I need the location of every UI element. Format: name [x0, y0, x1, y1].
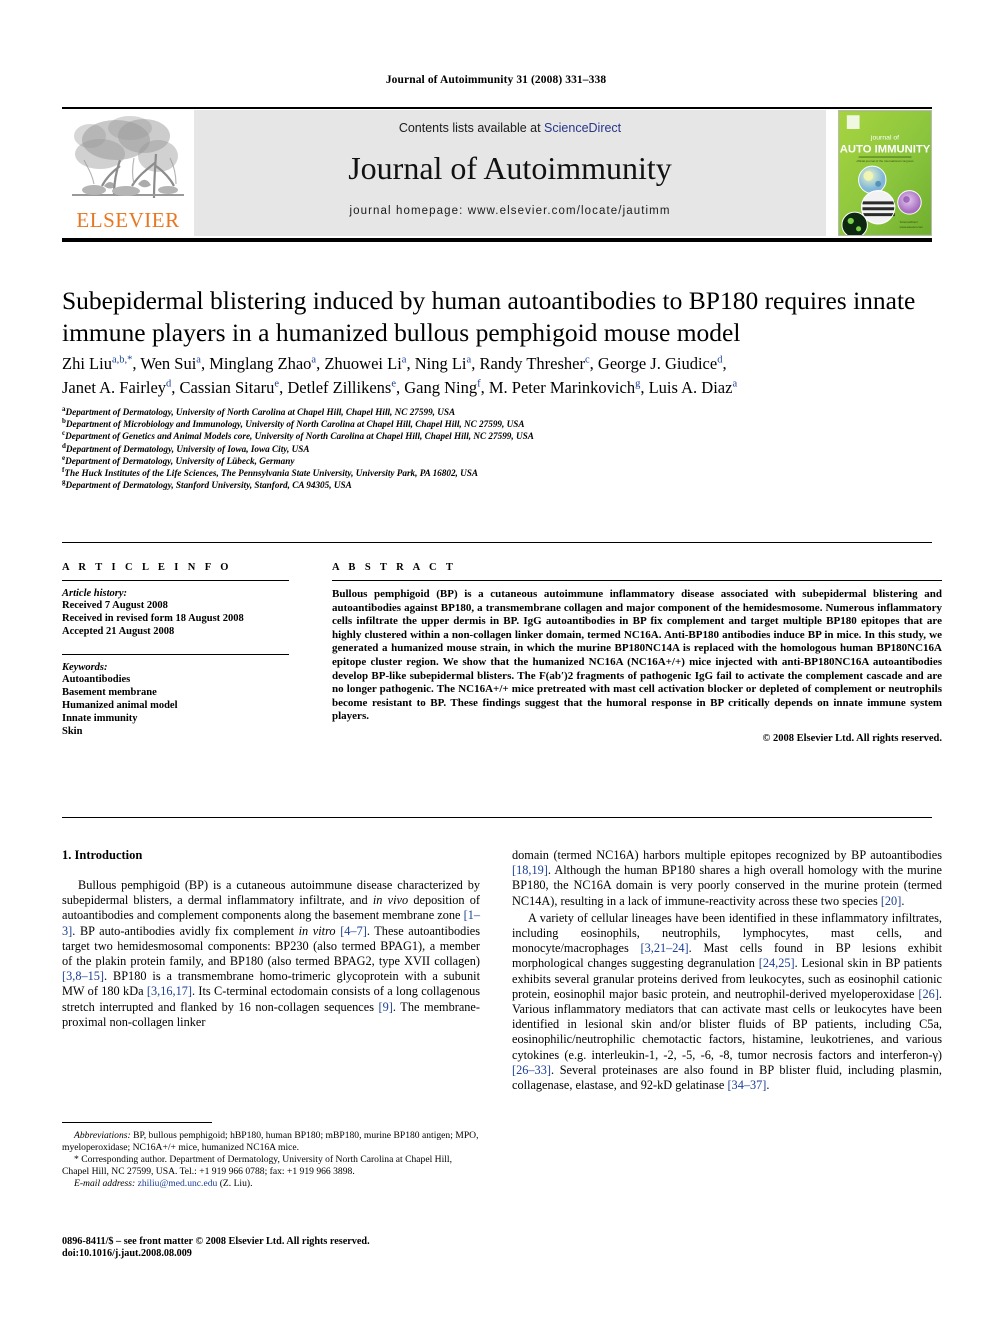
- abstract-rule: [332, 580, 942, 581]
- author-line-2: Janet A. Fairleyd, Cassian Sitarue, Detl…: [62, 377, 738, 397]
- footer-block: 0896-8411/$ – see front matter © 2008 El…: [62, 1236, 562, 1261]
- citation-ref[interactable]: [18,19]: [512, 863, 548, 877]
- contents-available-line: Contents lists available at ScienceDirec…: [194, 121, 826, 135]
- introduction-heading: 1. Introduction: [62, 848, 143, 862]
- citation-ref[interactable]: [24,25]: [759, 956, 795, 970]
- keyword-item: Humanized animal model: [62, 700, 178, 711]
- article-info-rule: [62, 580, 289, 581]
- author-line-1: Zhi Liua,b,*, Wen Suia, Minglang Zhaoa, …: [62, 354, 727, 373]
- abstract-heading: A B S T R A C T: [332, 562, 457, 573]
- affiliation-item: fThe Huck Institutes of the Life Science…: [62, 465, 479, 479]
- article-history-label: Article history:: [62, 588, 128, 599]
- elsevier-wordmark: ELSEVIER: [76, 208, 180, 232]
- running-head: Journal of Autoimmunity 31 (2008) 331–33…: [385, 74, 607, 86]
- corresponding-author-note: * Corresponding author. Department of De…: [62, 1154, 452, 1177]
- citation-ref[interactable]: [9]: [379, 1000, 393, 1014]
- citation-ref[interactable]: [1–3]: [62, 908, 480, 937]
- info-section-bottom-rule: [62, 817, 932, 818]
- keyword-item: Basement membrane: [62, 687, 157, 698]
- affiliation-item: eDepartment of Dermatology, University o…: [62, 453, 295, 466]
- header-rule: [62, 107, 932, 109]
- body-column-left: 1. Introduction Bullous pemphigoid (BP) …: [62, 848, 480, 1032]
- citation-ref[interactable]: [3,16,17]: [147, 984, 192, 998]
- email-note: E-mail address: zhiliu@med.unc.edu (Z. L…: [62, 1178, 480, 1190]
- email-label: E-mail address:: [74, 1178, 136, 1190]
- citation-ref[interactable]: [3,21–24]: [641, 941, 689, 955]
- abstract-text: Bullous pemphigoid (BP) is a cutaneous a…: [332, 588, 942, 723]
- affiliation-item: cDepartment of Genetics and Animal Model…: [62, 429, 534, 442]
- journal-homepage-link[interactable]: journal homepage: www.elsevier.com/locat…: [194, 205, 826, 217]
- elsevier-tree-icon: [70, 114, 186, 208]
- svg-text:www.elsevier.com: www.elsevier.com: [900, 225, 924, 229]
- journal-cover-thumbnail: journal of AUTO IMMUNITY official journa…: [838, 110, 932, 236]
- elsevier-logo: ELSEVIER: [62, 110, 194, 236]
- affiliation-item: bDepartment of Microbiology and Immunolo…: [62, 417, 525, 430]
- info-section-top-rule: [62, 542, 932, 543]
- author-list: Zhi Liua,b,*, Wen Suia, Minglang Zhaoa, …: [62, 352, 942, 399]
- affiliation-item: aDepartment of Dermatology, University o…: [62, 404, 456, 417]
- sciencedirect-link[interactable]: ScienceDirect: [544, 121, 621, 135]
- masthead-panel: Contents lists available at ScienceDirec…: [194, 110, 826, 236]
- article-title: Subepidermal blistering induced by human…: [62, 286, 916, 347]
- keyword-item: Skin: [62, 726, 83, 737]
- affiliation-item: dDepartment of Dermatology, University o…: [62, 441, 310, 454]
- keywords-list: Autoantibodies Basement membrane Humanized…: [62, 673, 307, 738]
- keyword-item: Innate immunity: [62, 713, 138, 724]
- abstract-column: A B S T R A C T Bullous pemphigoid (BP) …: [332, 562, 942, 744]
- article-info-heading: A R T I C L E I N F O: [62, 562, 232, 573]
- journal-title: Journal of Autoimmunity: [348, 150, 672, 186]
- contents-prefix: Contents lists available at: [398, 121, 545, 135]
- citation-ref[interactable]: [34–37]: [727, 1078, 766, 1092]
- citation-ref[interactable]: [26–33]: [512, 1063, 551, 1077]
- abstract-copyright: © 2008 Elsevier Ltd. All rights reserved…: [762, 732, 942, 744]
- svg-text:ScienceDirect: ScienceDirect: [900, 220, 918, 224]
- intro-paragraph-left-1: Bullous pemphigoid (BP) is a cutaneous a…: [62, 878, 481, 1029]
- issn-line: 0896-8411/$ – see front matter © 2008 El…: [62, 1236, 370, 1247]
- abbreviations-label: Abbreviations:: [74, 1130, 131, 1141]
- citation-ref[interactable]: [4–7]: [340, 924, 367, 938]
- svg-text:official journal of the intern: official journal of the international co…: [856, 159, 914, 163]
- keyword-item: Autoantibodies: [62, 674, 131, 685]
- article-history-item: Accepted 21 August 2008: [62, 626, 175, 637]
- citation-ref[interactable]: [20]: [881, 894, 902, 908]
- citation-ref[interactable]: [26]: [918, 987, 939, 1001]
- abbreviations-note: Abbreviations: BP, bullous pemphigoid; h…: [62, 1130, 480, 1153]
- svg-text:journal of: journal of: [870, 135, 899, 142]
- keywords-label: Keywords:: [62, 662, 108, 673]
- paper-page: Journal of Autoimmunity 31 (2008) 331–33…: [0, 0, 992, 1323]
- footnote-rule: [62, 1122, 212, 1123]
- masthead-bottom-rule: [62, 238, 932, 242]
- article-info-column: A R T I C L E I N F O Article history: R…: [62, 562, 307, 738]
- svg-text:AUTO IMMUNITY: AUTO IMMUNITY: [840, 143, 931, 155]
- keywords-rule: [62, 654, 289, 655]
- doi-line[interactable]: doi:10.1016/j.jaut.2008.08.009: [62, 1248, 562, 1260]
- intro-paragraph-right-1: domain (termed NC16A) harbors multiple e…: [512, 848, 942, 908]
- intro-paragraph-right-2: A variety of cellular lineages have been…: [512, 910, 942, 1093]
- article-history-list: Received 7 August 2008 Received in revise…: [62, 599, 307, 638]
- article-history-item: Received 7 August 2008: [62, 600, 168, 611]
- footnote-block: Abbreviations: BP, bullous pemphigoid; h…: [62, 1130, 480, 1191]
- email-suffix: (Z. Liu).: [219, 1178, 253, 1190]
- affiliation-item: gDepartment of Dermatology, Stanford Uni…: [62, 478, 352, 491]
- article-history-item: Received in revised form 18 August 2008: [62, 613, 244, 624]
- affiliation-list: aDepartment of Dermatology, University o…: [62, 404, 942, 491]
- citation-ref[interactable]: [3,8–15]: [62, 969, 104, 983]
- body-column-right: domain (termed NC16A) harbors multiple e…: [512, 848, 942, 1095]
- email-link[interactable]: zhiliu@med.unc.edu: [138, 1178, 218, 1189]
- journal-masthead: ELSEVIER Contents lists available at Sci…: [62, 110, 932, 236]
